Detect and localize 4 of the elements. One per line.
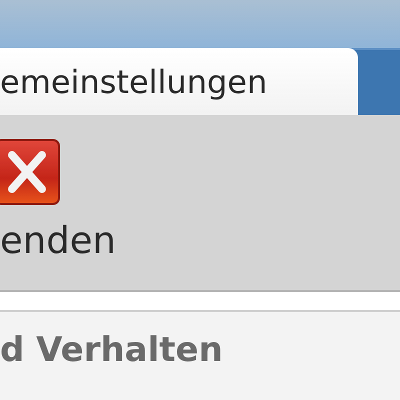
close-button[interactable]: enden <box>0 139 116 262</box>
close-icon <box>0 139 60 205</box>
tab[interactable]: emeinstellungen <box>0 48 358 115</box>
section-heading: d Verhalten <box>0 330 223 370</box>
